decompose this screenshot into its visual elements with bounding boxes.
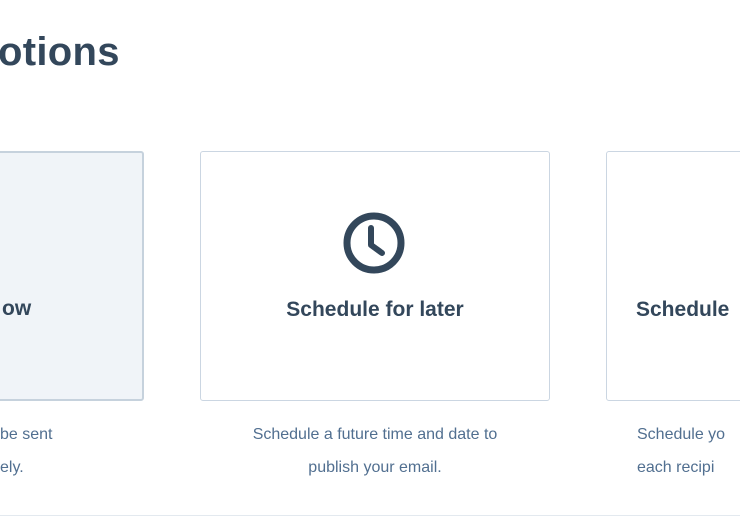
scheduling-page: otions ow be sent ely. Schedule for late… <box>0 0 740 520</box>
section-title: otions <box>0 30 120 74</box>
option-send-now-card[interactable]: ow <box>0 151 144 401</box>
option-send-now-description: be sent ely. <box>0 418 80 484</box>
option-send-now-desc-line1: be sent <box>0 426 53 443</box>
option-schedule-later-desc-line2: publish your email. <box>308 459 442 476</box>
option-send-now-desc-line2: ely. <box>0 459 24 476</box>
option-send-now-title: ow <box>2 297 32 320</box>
option-schedule-later-card[interactable]: Schedule for later <box>200 151 550 401</box>
option-schedule-recipient-card[interactable]: Schedule <box>606 151 740 401</box>
option-schedule-later-title: Schedule for later <box>286 298 464 321</box>
clock-icon <box>343 212 405 274</box>
option-schedule-recipient-desc-line1: Schedule yo <box>637 426 726 443</box>
bottom-divider <box>0 515 740 516</box>
option-schedule-recipient-description: Schedule yo each recipi <box>637 418 740 484</box>
option-schedule-recipient-title: Schedule <box>636 298 730 321</box>
option-schedule-recipient-desc-line2: each recipi <box>637 459 715 476</box>
option-schedule-later-description: Schedule a future time and date to publi… <box>200 418 550 484</box>
option-schedule-later-desc-line1: Schedule a future time and date to <box>252 426 498 443</box>
